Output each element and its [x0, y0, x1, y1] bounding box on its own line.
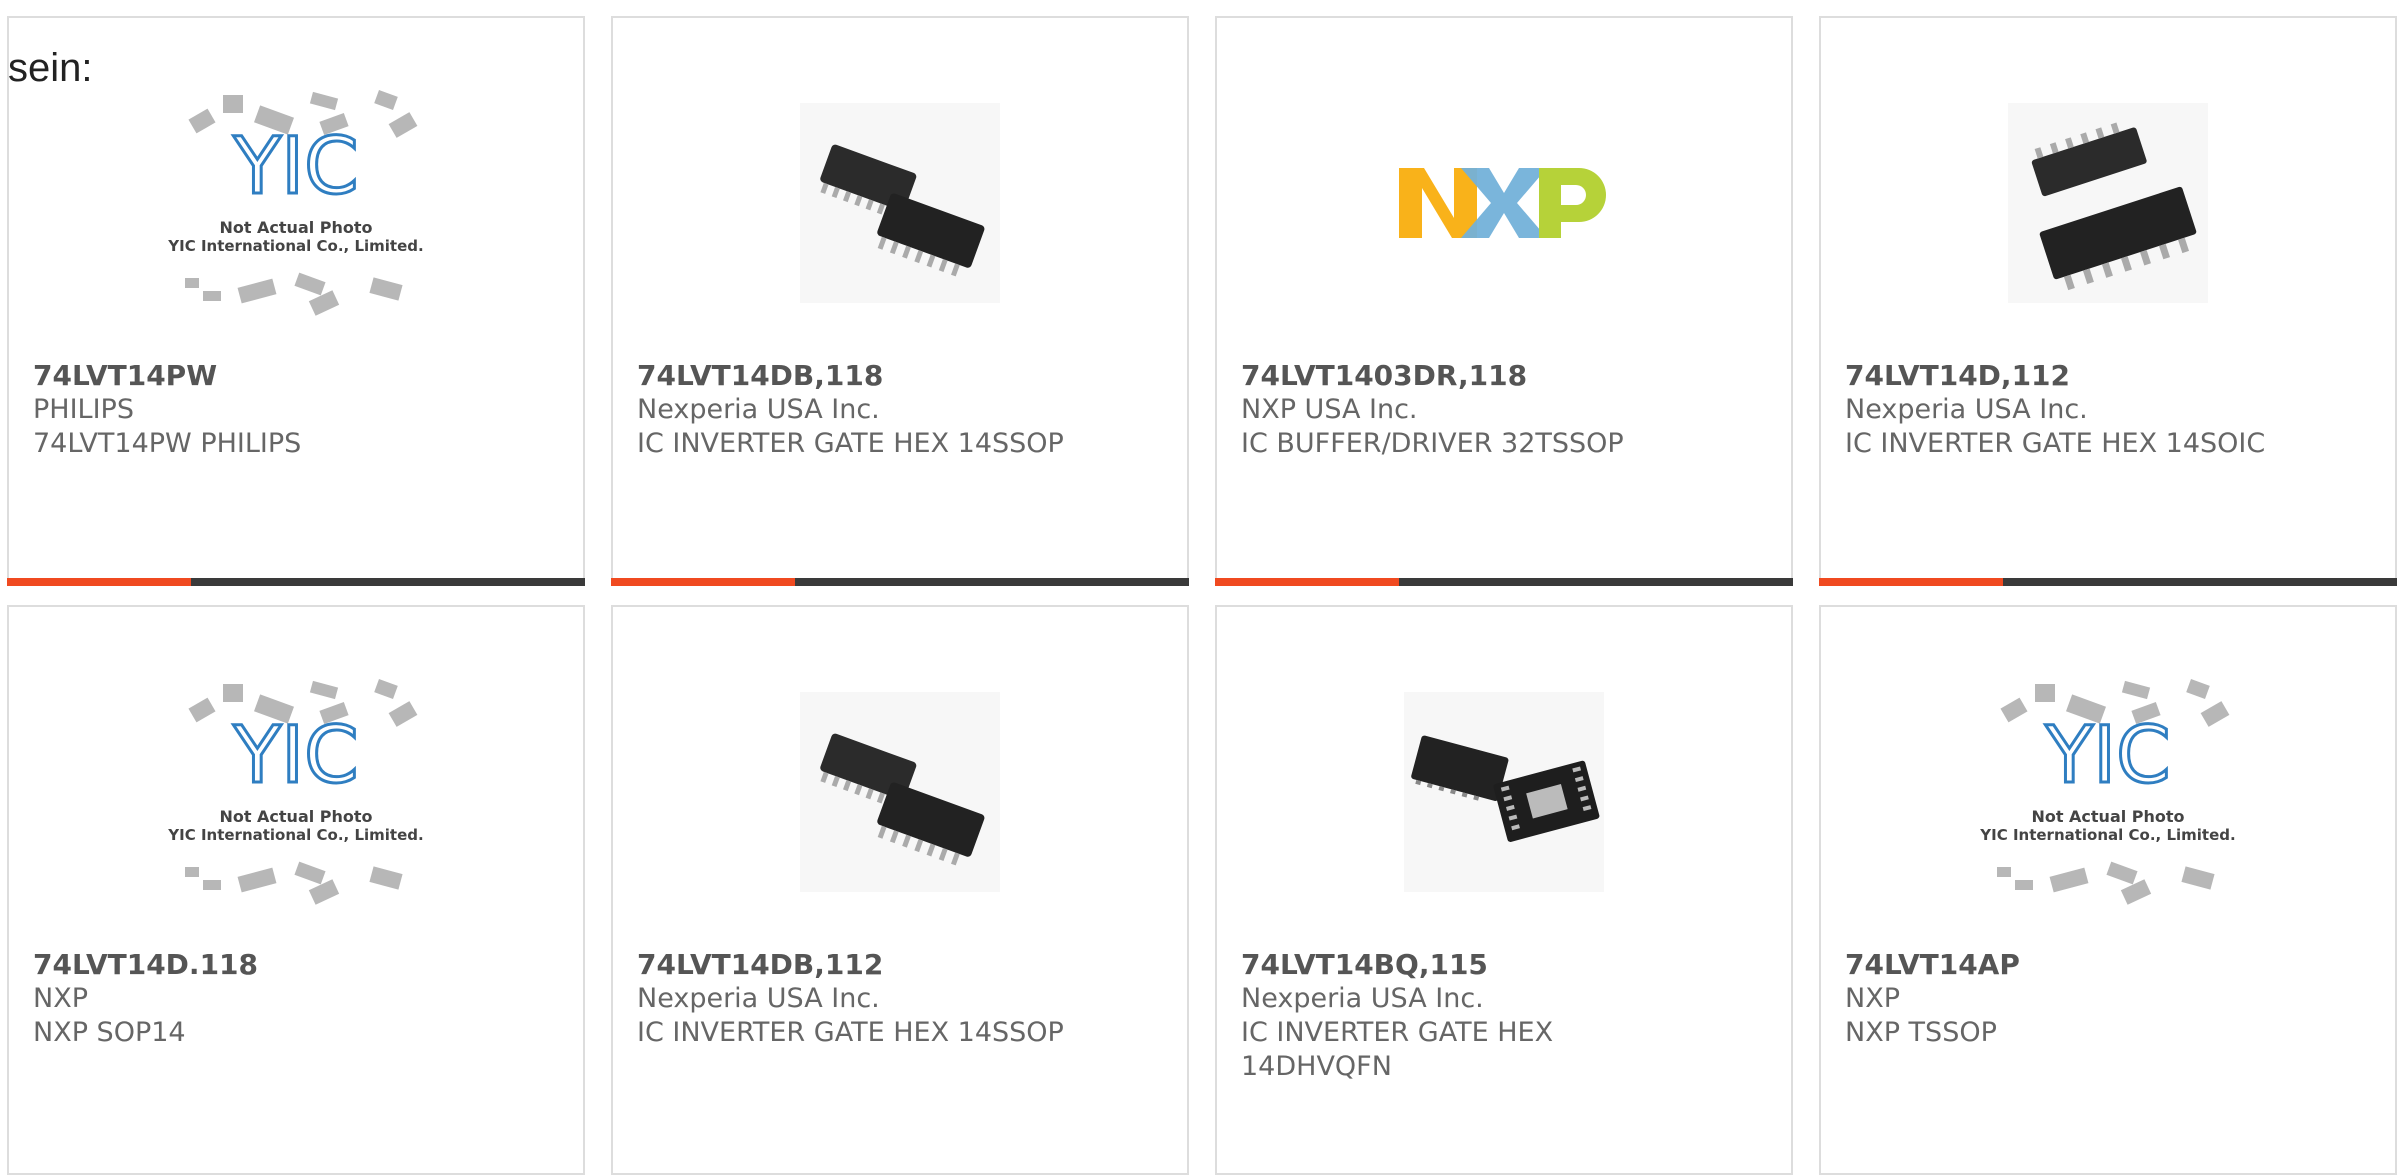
svg-text:YIC International Co., Limited: YIC International Co., Limited. [167, 237, 423, 255]
part-number[interactable]: 74LVT14PW [33, 358, 563, 393]
description: IC INVERTER GATE HEX 14SSOP [637, 1017, 1064, 1048]
yic-placeholder-image: YIC Not Actual Photo YIC International C… [167, 679, 424, 905]
card-footer-bar [611, 578, 1189, 586]
manufacturer: Nexperia USA Inc. [1845, 394, 2088, 425]
card-footer-bar [7, 578, 585, 586]
nxp-logo-image [1399, 168, 1606, 238]
manufacturer: NXP [1845, 983, 1900, 1014]
product-image[interactable] [613, 647, 1187, 937]
manufacturer: Nexperia USA Inc. [1241, 983, 1484, 1014]
card-footer-bar [1215, 578, 1793, 586]
product-image[interactable] [1821, 58, 2395, 348]
accent-bar [1819, 578, 2003, 586]
product-image[interactable] [613, 58, 1187, 348]
product-image[interactable]: YIC Not Actual Photo YIC International C… [9, 647, 583, 937]
part-number[interactable]: 74LVT14D,112 [1845, 358, 2375, 393]
qfn-chip-image [1404, 692, 1604, 892]
svg-text:YIC: YIC [232, 711, 358, 801]
ssop-chip-image [800, 103, 1000, 303]
part-number[interactable]: 74LVT1403DR,118 [1241, 358, 1771, 393]
accent-bar [611, 578, 795, 586]
svg-text:YIC International Co., Limited: YIC International Co., Limited. [167, 826, 423, 844]
svg-text:Not Actual Photo: Not Actual Photo [2031, 807, 2184, 826]
description: NXP TSSOP [1845, 1017, 1997, 1048]
card-footer-bar [1819, 578, 2397, 586]
yic-placeholder-image: YIC Not Actual Photo YIC International C… [1979, 679, 2236, 905]
product-card[interactable]: 74LVT14DB,118 Nexperia USA Inc. IC INVER… [611, 16, 1189, 586]
description: IC INVERTER GATE HEX 14SSOP [637, 428, 1064, 459]
svg-text:YIC: YIC [232, 122, 358, 212]
soic-chip-image [2008, 103, 2208, 303]
manufacturer: Nexperia USA Inc. [637, 983, 880, 1014]
manufacturer: Nexperia USA Inc. [637, 394, 880, 425]
accent-bar [7, 578, 191, 586]
part-number[interactable]: 74LVT14AP [1845, 947, 2375, 982]
page-prefix-text: sein: [8, 46, 93, 90]
product-image[interactable]: YIC Not Actual Photo YIC International C… [1821, 647, 2395, 937]
product-image[interactable]: YIC Not Actual Photo YIC International C… [9, 58, 583, 348]
ssop-chip-image [800, 692, 1000, 892]
manufacturer: PHILIPS [33, 394, 134, 425]
product-card[interactable]: 74LVT14D,112 Nexperia USA Inc. IC INVERT… [1819, 16, 2397, 586]
product-card[interactable]: YIC Not Actual Photo YIC International C… [7, 605, 585, 1175]
part-number[interactable]: 74LVT14DB,112 [637, 947, 1167, 982]
svg-text:Not Actual Photo: Not Actual Photo [219, 807, 372, 826]
part-number[interactable]: 74LVT14D.118 [33, 947, 563, 982]
part-number[interactable]: 74LVT14DB,118 [637, 358, 1167, 393]
description: NXP SOP14 [33, 1017, 186, 1048]
product-image[interactable] [1217, 647, 1791, 937]
svg-text:Not Actual Photo: Not Actual Photo [219, 218, 372, 237]
manufacturer: NXP USA Inc. [1241, 394, 1418, 425]
description: IC INVERTER GATE HEX 14SOIC [1845, 428, 2266, 459]
svg-text:YIC: YIC [2044, 711, 2170, 801]
description: IC INVERTER GATE HEX 14DHVQFN [1241, 1017, 1554, 1082]
manufacturer: NXP [33, 983, 88, 1014]
description: 74LVT14PW PHILIPS [33, 428, 302, 459]
part-number[interactable]: 74LVT14BQ,115 [1241, 947, 1771, 982]
accent-bar [1215, 578, 1399, 586]
svg-text:YIC International Co., Limited: YIC International Co., Limited. [1979, 826, 2235, 844]
product-image[interactable] [1217, 58, 1791, 348]
yic-placeholder-image: YIC Not Actual Photo YIC International C… [167, 90, 424, 316]
product-card[interactable]: YIC Not Actual Photo YIC International C… [1819, 605, 2397, 1175]
product-card[interactable]: 74LVT14DB,112 Nexperia USA Inc. IC INVER… [611, 605, 1189, 1175]
description: IC BUFFER/DRIVER 32TSSOP [1241, 428, 1624, 459]
product-card[interactable]: 74LVT14BQ,115 Nexperia USA Inc. IC INVER… [1215, 605, 1793, 1175]
product-card[interactable]: 74LVT1403DR,118 NXP USA Inc. IC BUFFER/D… [1215, 16, 1793, 586]
product-card[interactable]: YIC Not Actual Photo YIC International C… [7, 16, 585, 586]
